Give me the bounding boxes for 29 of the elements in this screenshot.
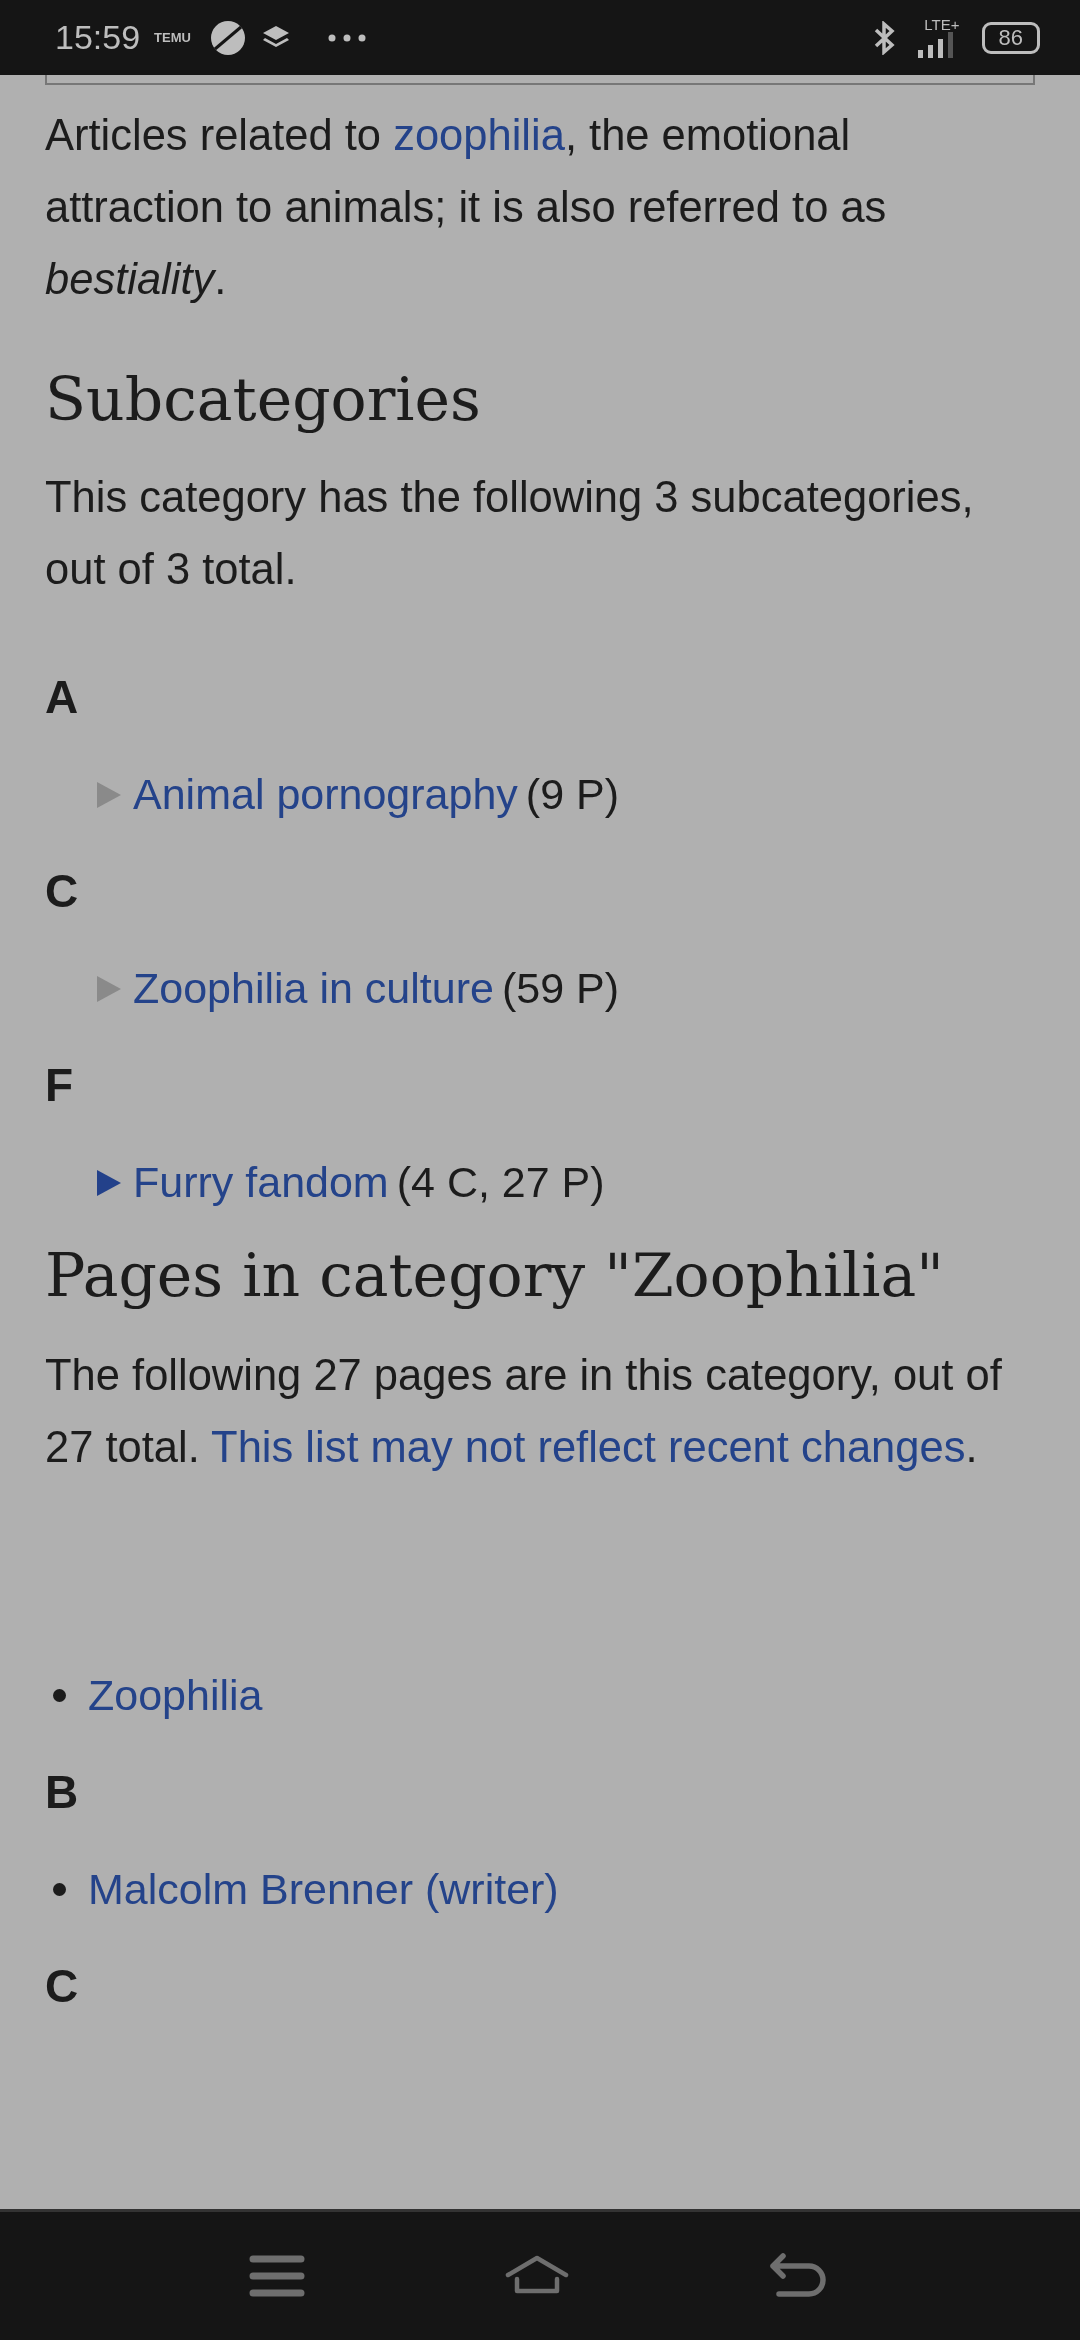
page-count: (4 C, 27 P) xyxy=(396,1157,605,1208)
network-type: LTE+ xyxy=(924,17,960,32)
letter-heading: C xyxy=(45,864,80,919)
page-count: (59 P) xyxy=(501,963,620,1014)
more-icon xyxy=(326,32,367,43)
page-count: (9 P) xyxy=(525,769,620,820)
paragraph: The following 27 pages are in this category, out of 27 total. This list may not reflect recent changes. xyxy=(45,1350,1003,1473)
link[interactable]: zoophilia xyxy=(393,111,565,159)
notification-icon: TEMU xyxy=(154,31,191,44)
category-link[interactable]: Animal pornography xyxy=(133,746,518,843)
category-link[interactable]: Furry fandom xyxy=(133,1134,389,1231)
battery-icon: 86 xyxy=(981,21,1040,54)
clock: 15:59 xyxy=(55,18,141,57)
menu-icon[interactable] xyxy=(249,2255,305,2297)
bullet-icon xyxy=(53,1689,66,1702)
expand-icon[interactable] xyxy=(97,1169,121,1196)
paragraph: Articles related to zoophilia, the emotional attraction to animals; it is also referred to as bestiality. xyxy=(45,110,888,305)
page-link[interactable]: Malcolm Brenner (writer) xyxy=(88,1841,559,1938)
section-heading: Pages in category "Zoophilia" xyxy=(45,1239,945,1311)
bullet-icon xyxy=(53,1883,66,1896)
paragraph: This category has the following 3 subcategories, out of 3 total. xyxy=(45,472,975,595)
letter-heading: C xyxy=(45,1959,80,2014)
letter-heading: F xyxy=(45,1058,75,1113)
letter-heading: B xyxy=(45,1765,80,1820)
section-heading: Subcategories xyxy=(45,363,482,435)
letter-heading: A xyxy=(45,670,80,725)
link[interactable]: This list may not reflect recent changes xyxy=(211,1423,966,1471)
page-link[interactable]: Zoophilia xyxy=(88,1647,263,1744)
category-link[interactable]: Zoophilia in culture xyxy=(133,940,494,1037)
